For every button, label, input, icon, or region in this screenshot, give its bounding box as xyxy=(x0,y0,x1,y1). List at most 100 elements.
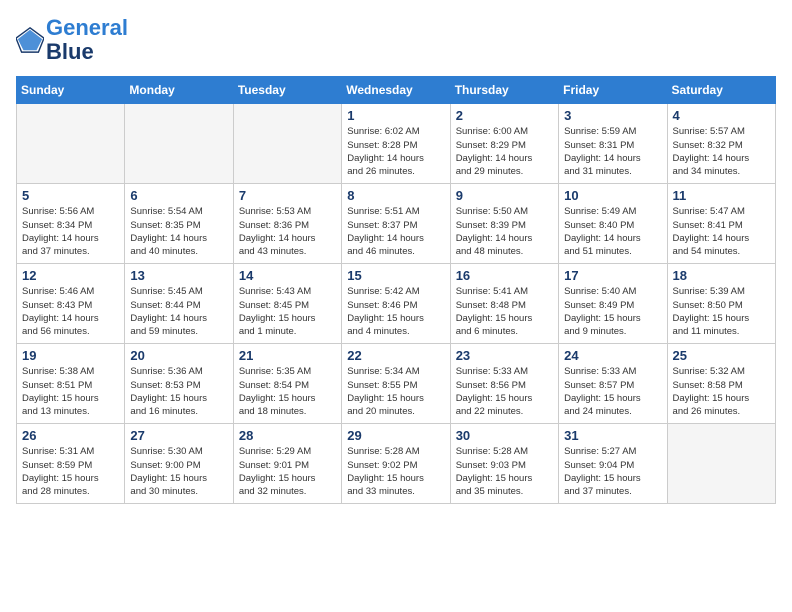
day-info: Sunrise: 5:29 AM Sunset: 9:01 PM Dayligh… xyxy=(239,445,336,498)
day-info: Sunrise: 6:00 AM Sunset: 8:29 PM Dayligh… xyxy=(456,125,553,178)
day-info: Sunrise: 5:46 AM Sunset: 8:43 PM Dayligh… xyxy=(22,285,119,338)
logo: GeneralBlue xyxy=(16,16,128,64)
calendar-cell: 1 Sunrise: 6:02 AM Sunset: 8:28 PM Daylig… xyxy=(342,104,450,184)
calendar-cell xyxy=(17,104,125,184)
day-number: 22 xyxy=(347,348,444,363)
day-number: 24 xyxy=(564,348,661,363)
day-number: 25 xyxy=(673,348,770,363)
day-info: Sunrise: 5:56 AM Sunset: 8:34 PM Dayligh… xyxy=(22,205,119,258)
day-number: 17 xyxy=(564,268,661,283)
day-number: 13 xyxy=(130,268,227,283)
calendar-cell: 2 Sunrise: 6:00 AM Sunset: 8:29 PM Daylig… xyxy=(450,104,558,184)
calendar-cell: 20 Sunrise: 5:36 AM Sunset: 8:53 PM Dayli… xyxy=(125,344,233,424)
day-info: Sunrise: 5:42 AM Sunset: 8:46 PM Dayligh… xyxy=(347,285,444,338)
calendar-week-1: 1 Sunrise: 6:02 AM Sunset: 8:28 PM Daylig… xyxy=(17,104,776,184)
calendar-cell: 5 Sunrise: 5:56 AM Sunset: 8:34 PM Daylig… xyxy=(17,184,125,264)
calendar-cell: 17 Sunrise: 5:40 AM Sunset: 8:49 PM Dayli… xyxy=(559,264,667,344)
calendar-cell: 8 Sunrise: 5:51 AM Sunset: 8:37 PM Daylig… xyxy=(342,184,450,264)
calendar-cell: 30 Sunrise: 5:28 AM Sunset: 9:03 PM Dayli… xyxy=(450,424,558,504)
day-info: Sunrise: 5:28 AM Sunset: 9:03 PM Dayligh… xyxy=(456,445,553,498)
calendar-cell: 12 Sunrise: 5:46 AM Sunset: 8:43 PM Dayli… xyxy=(17,264,125,344)
calendar-table: SundayMondayTuesdayWednesdayThursdayFrid… xyxy=(16,76,776,504)
day-info: Sunrise: 5:47 AM Sunset: 8:41 PM Dayligh… xyxy=(673,205,770,258)
col-header-friday: Friday xyxy=(559,77,667,104)
day-number: 9 xyxy=(456,188,553,203)
day-info: Sunrise: 5:53 AM Sunset: 8:36 PM Dayligh… xyxy=(239,205,336,258)
day-info: Sunrise: 5:30 AM Sunset: 9:00 PM Dayligh… xyxy=(130,445,227,498)
calendar-cell: 6 Sunrise: 5:54 AM Sunset: 8:35 PM Daylig… xyxy=(125,184,233,264)
day-info: Sunrise: 5:33 AM Sunset: 8:56 PM Dayligh… xyxy=(456,365,553,418)
day-number: 28 xyxy=(239,428,336,443)
day-info: Sunrise: 5:36 AM Sunset: 8:53 PM Dayligh… xyxy=(130,365,227,418)
day-info: Sunrise: 5:43 AM Sunset: 8:45 PM Dayligh… xyxy=(239,285,336,338)
day-number: 6 xyxy=(130,188,227,203)
col-header-thursday: Thursday xyxy=(450,77,558,104)
day-number: 14 xyxy=(239,268,336,283)
calendar-cell: 27 Sunrise: 5:30 AM Sunset: 9:00 PM Dayli… xyxy=(125,424,233,504)
day-number: 12 xyxy=(22,268,119,283)
calendar-week-4: 19 Sunrise: 5:38 AM Sunset: 8:51 PM Dayli… xyxy=(17,344,776,424)
day-info: Sunrise: 5:38 AM Sunset: 8:51 PM Dayligh… xyxy=(22,365,119,418)
day-info: Sunrise: 5:28 AM Sunset: 9:02 PM Dayligh… xyxy=(347,445,444,498)
day-number: 2 xyxy=(456,108,553,123)
day-info: Sunrise: 5:33 AM Sunset: 8:57 PM Dayligh… xyxy=(564,365,661,418)
day-info: Sunrise: 5:35 AM Sunset: 8:54 PM Dayligh… xyxy=(239,365,336,418)
day-info: Sunrise: 5:31 AM Sunset: 8:59 PM Dayligh… xyxy=(22,445,119,498)
col-header-sunday: Sunday xyxy=(17,77,125,104)
col-header-tuesday: Tuesday xyxy=(233,77,341,104)
calendar-cell xyxy=(667,424,775,504)
calendar-cell: 22Sunrise: 5:34 AM Sunset: 8:55 PM Dayli… xyxy=(342,344,450,424)
day-info: Sunrise: 5:51 AM Sunset: 8:37 PM Dayligh… xyxy=(347,205,444,258)
calendar-cell: 11Sunrise: 5:47 AM Sunset: 8:41 PM Dayli… xyxy=(667,184,775,264)
day-number: 20 xyxy=(130,348,227,363)
day-number: 5 xyxy=(22,188,119,203)
day-number: 15 xyxy=(347,268,444,283)
calendar-cell: 21 Sunrise: 5:35 AM Sunset: 8:54 PM Dayli… xyxy=(233,344,341,424)
day-info: Sunrise: 5:39 AM Sunset: 8:50 PM Dayligh… xyxy=(673,285,770,338)
day-info: Sunrise: 5:45 AM Sunset: 8:44 PM Dayligh… xyxy=(130,285,227,338)
calendar-cell: 4 Sunrise: 5:57 AM Sunset: 8:32 PM Daylig… xyxy=(667,104,775,184)
day-number: 8 xyxy=(347,188,444,203)
day-number: 4 xyxy=(673,108,770,123)
calendar-week-2: 5 Sunrise: 5:56 AM Sunset: 8:34 PM Daylig… xyxy=(17,184,776,264)
col-header-saturday: Saturday xyxy=(667,77,775,104)
day-number: 26 xyxy=(22,428,119,443)
calendar-cell: 31Sunrise: 5:27 AM Sunset: 9:04 PM Dayli… xyxy=(559,424,667,504)
day-number: 21 xyxy=(239,348,336,363)
calendar-cell xyxy=(233,104,341,184)
calendar-cell: 25Sunrise: 5:32 AM Sunset: 8:58 PM Dayli… xyxy=(667,344,775,424)
calendar-cell: 28 Sunrise: 5:29 AM Sunset: 9:01 PM Dayli… xyxy=(233,424,341,504)
calendar-cell: 10 Sunrise: 5:49 AM Sunset: 8:40 PM Dayli… xyxy=(559,184,667,264)
day-info: Sunrise: 5:49 AM Sunset: 8:40 PM Dayligh… xyxy=(564,205,661,258)
calendar-cell: 3 Sunrise: 5:59 AM Sunset: 8:31 PM Daylig… xyxy=(559,104,667,184)
calendar-cell: 14 Sunrise: 5:43 AM Sunset: 8:45 PM Dayli… xyxy=(233,264,341,344)
calendar-week-5: 26 Sunrise: 5:31 AM Sunset: 8:59 PM Dayli… xyxy=(17,424,776,504)
day-number: 29 xyxy=(347,428,444,443)
day-info: Sunrise: 5:57 AM Sunset: 8:32 PM Dayligh… xyxy=(673,125,770,178)
calendar-cell: 29 Sunrise: 5:28 AM Sunset: 9:02 PM Dayli… xyxy=(342,424,450,504)
calendar-cell: 9 Sunrise: 5:50 AM Sunset: 8:39 PM Daylig… xyxy=(450,184,558,264)
day-number: 10 xyxy=(564,188,661,203)
calendar-cell: 15 Sunrise: 5:42 AM Sunset: 8:46 PM Dayli… xyxy=(342,264,450,344)
day-info: Sunrise: 5:54 AM Sunset: 8:35 PM Dayligh… xyxy=(130,205,227,258)
calendar-cell: 16Sunrise: 5:41 AM Sunset: 8:48 PM Dayli… xyxy=(450,264,558,344)
calendar-cell: 19 Sunrise: 5:38 AM Sunset: 8:51 PM Dayli… xyxy=(17,344,125,424)
day-number: 30 xyxy=(456,428,553,443)
day-info: Sunrise: 5:59 AM Sunset: 8:31 PM Dayligh… xyxy=(564,125,661,178)
day-info: Sunrise: 5:41 AM Sunset: 8:48 PM Dayligh… xyxy=(456,285,553,338)
page-header: GeneralBlue xyxy=(16,16,776,64)
day-number: 18 xyxy=(673,268,770,283)
col-header-monday: Monday xyxy=(125,77,233,104)
day-number: 27 xyxy=(130,428,227,443)
day-info: Sunrise: 5:50 AM Sunset: 8:39 PM Dayligh… xyxy=(456,205,553,258)
day-number: 19 xyxy=(22,348,119,363)
calendar-cell: 7Sunrise: 5:53 AM Sunset: 8:36 PM Daylig… xyxy=(233,184,341,264)
col-header-wednesday: Wednesday xyxy=(342,77,450,104)
day-info: Sunrise: 5:40 AM Sunset: 8:49 PM Dayligh… xyxy=(564,285,661,338)
logo-icon xyxy=(16,26,44,54)
day-info: Sunrise: 6:02 AM Sunset: 8:28 PM Dayligh… xyxy=(347,125,444,178)
day-number: 3 xyxy=(564,108,661,123)
calendar-week-3: 12 Sunrise: 5:46 AM Sunset: 8:43 PM Dayli… xyxy=(17,264,776,344)
day-number: 1 xyxy=(347,108,444,123)
calendar-cell: 26 Sunrise: 5:31 AM Sunset: 8:59 PM Dayli… xyxy=(17,424,125,504)
